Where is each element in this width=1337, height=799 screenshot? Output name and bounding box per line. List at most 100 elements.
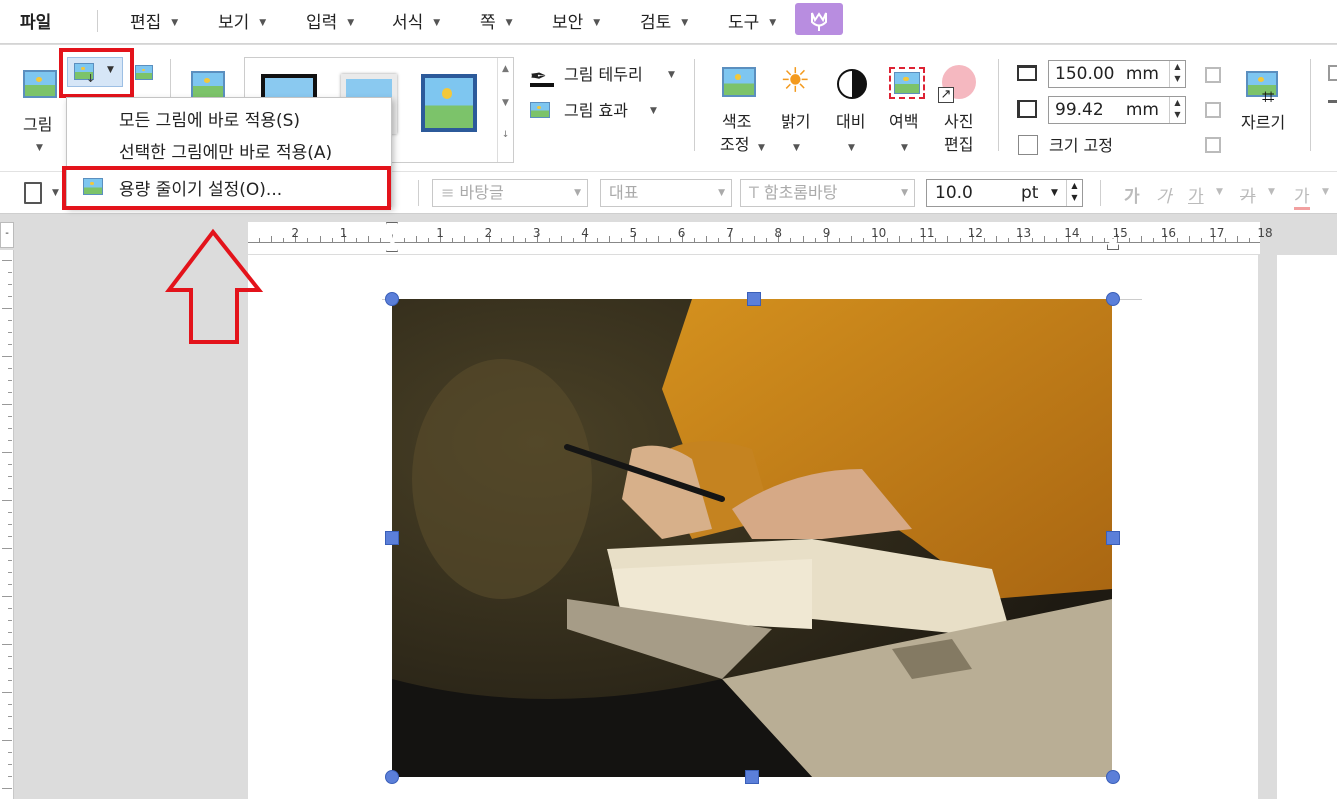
picture-effect-label[interactable]: 그림 효과 [564, 100, 628, 122]
ruler-tick [2, 644, 12, 645]
chevron-down-icon[interactable]: ▼ [848, 143, 855, 153]
chevron-down-icon[interactable]: ▼ [650, 106, 657, 116]
ruler-tick [8, 752, 12, 753]
ruler-tick [947, 236, 949, 242]
menu-security[interactable]: 보안 ▼ [552, 8, 600, 33]
ruler-tick [8, 716, 12, 717]
resize-handle-bottom-right[interactable] [1106, 770, 1120, 784]
ruler-tick [428, 238, 430, 242]
resize-handle-bottom-left[interactable] [385, 770, 399, 784]
resize-handle-right[interactable] [1106, 531, 1120, 545]
ruler-tick [8, 620, 12, 621]
ribbon-divider [694, 59, 695, 151]
chevron-down-icon[interactable]: ▼ [758, 143, 765, 153]
ruler-tick [8, 392, 12, 393]
font-select[interactable]: T 함초롬바탕 ▼ [740, 179, 915, 207]
menu-review[interactable]: 검토 ▼ [640, 8, 688, 33]
ruler-tick [8, 608, 12, 609]
resize-handle-left[interactable] [385, 531, 399, 545]
group-icon [1205, 137, 1221, 153]
menu-edit[interactable]: 편집 ▼ [130, 8, 178, 33]
tulip-icon [811, 12, 827, 31]
picture-effect-icon[interactable] [530, 102, 550, 118]
ruler-tick [693, 238, 695, 242]
ruler-tick [1080, 238, 1082, 242]
ruler-toggle-button[interactable]: - [0, 222, 14, 248]
purple-tulip-button[interactable] [795, 3, 843, 35]
brightness-icon[interactable]: ☀ [780, 61, 810, 101]
ruler-number: 17 [1209, 226, 1225, 240]
ruler-tick [307, 238, 309, 242]
chevron-down-icon[interactable]: ▼ [52, 188, 59, 198]
ruler-tick [8, 488, 12, 489]
style-select[interactable]: ≡ 바탕글 ▼ [432, 179, 588, 207]
menu-file[interactable]: 파일 [20, 8, 51, 33]
menu-page[interactable]: 쪽 ▼ [480, 8, 513, 33]
resize-handle-top[interactable] [747, 292, 761, 306]
picture-icon[interactable] [23, 70, 57, 98]
ruler-tick [1237, 236, 1239, 242]
language-select[interactable]: 대표 ▼ [600, 179, 732, 207]
font-color-icon: 가 [1294, 182, 1310, 210]
resize-handle-top-right[interactable] [1106, 292, 1120, 306]
ruler-tick [2, 596, 12, 597]
bold-icon: 가 [1124, 187, 1140, 207]
contrast-icon[interactable] [837, 69, 867, 99]
ruler-tick [8, 440, 12, 441]
menu-divider [97, 10, 98, 32]
ruler-tick [464, 236, 466, 242]
picture-border-label[interactable]: 그림 테두리 [564, 64, 643, 86]
selected-photo[interactable] [392, 299, 1112, 777]
change-picture-icon[interactable] [135, 65, 153, 80]
style-blue-frame[interactable] [421, 74, 477, 132]
chevron-down-icon: ▼ [1268, 187, 1275, 197]
border-color-bar [530, 83, 554, 87]
ruler-tick [645, 238, 647, 242]
ruler-tick [8, 344, 12, 345]
margin-icon[interactable] [889, 67, 925, 99]
menu-tools[interactable]: 도구 ▼ [728, 8, 776, 33]
apply-all-pictures-item[interactable]: 모든 그림에 바로 적용(S) [119, 106, 300, 131]
width-input[interactable]: 150.00 mm ▲ ▼ [1048, 60, 1186, 88]
ruler-tick [379, 238, 381, 242]
ruler-number: 6 [677, 226, 686, 240]
ruler-tick [983, 238, 985, 242]
menu-view[interactable]: 보기 ▼ [218, 8, 266, 33]
ruler-tick [742, 238, 744, 242]
gallery-scroll[interactable]: ▲ ▼ ↓ [497, 58, 513, 162]
ruler-number: 14 [1064, 226, 1080, 240]
crop-label[interactable]: 자르기 [1241, 112, 1285, 134]
new-document-icon[interactable] [24, 182, 42, 204]
font-size-input[interactable]: 10.0 pt ▼ ▲ ▼ [926, 179, 1083, 207]
ruler-tick [1225, 238, 1227, 242]
height-input[interactable]: 99.42 mm ▲ ▼ [1048, 96, 1186, 124]
chevron-down-icon[interactable]: ▼ [36, 143, 43, 153]
ruler-tick [8, 368, 12, 369]
arrange-front-icon [1205, 67, 1221, 83]
menu-insert[interactable]: 입력 ▼ [306, 8, 354, 33]
ruler-number: 1 [339, 226, 348, 240]
chevron-down-icon[interactable]: ▼ [901, 143, 908, 153]
chevron-down-icon[interactable]: ▼ [668, 70, 675, 80]
ruler-tick [367, 236, 369, 242]
resize-handle-top-left[interactable] [385, 292, 399, 306]
ruler-tick [8, 320, 12, 321]
menu-format[interactable]: 서식 ▼ [392, 8, 440, 33]
ruler-tick [8, 572, 12, 573]
strikethrough-icon: 가 [1240, 187, 1256, 207]
indent-marker[interactable] [386, 222, 398, 252]
italic-icon: 가 [1156, 187, 1172, 207]
apply-selected-picture-item[interactable]: 선택한 그림에만 바로 적용(A) [119, 138, 332, 163]
ruler-tick [476, 238, 478, 242]
ruler-number: 3 [532, 226, 541, 240]
picture-style-icon[interactable] [191, 71, 225, 99]
lock-size-checkbox[interactable] [1018, 135, 1038, 155]
resize-handle-bottom[interactable] [745, 770, 759, 784]
chevron-down-icon[interactable]: ▼ [793, 143, 800, 153]
ruler-tick [8, 764, 12, 765]
ruler-tick [2, 692, 12, 693]
ruler-tick [2, 356, 12, 357]
arrange-back-icon [1205, 102, 1221, 118]
ruler-tick [8, 728, 12, 729]
color-adjust-icon[interactable] [722, 67, 756, 97]
